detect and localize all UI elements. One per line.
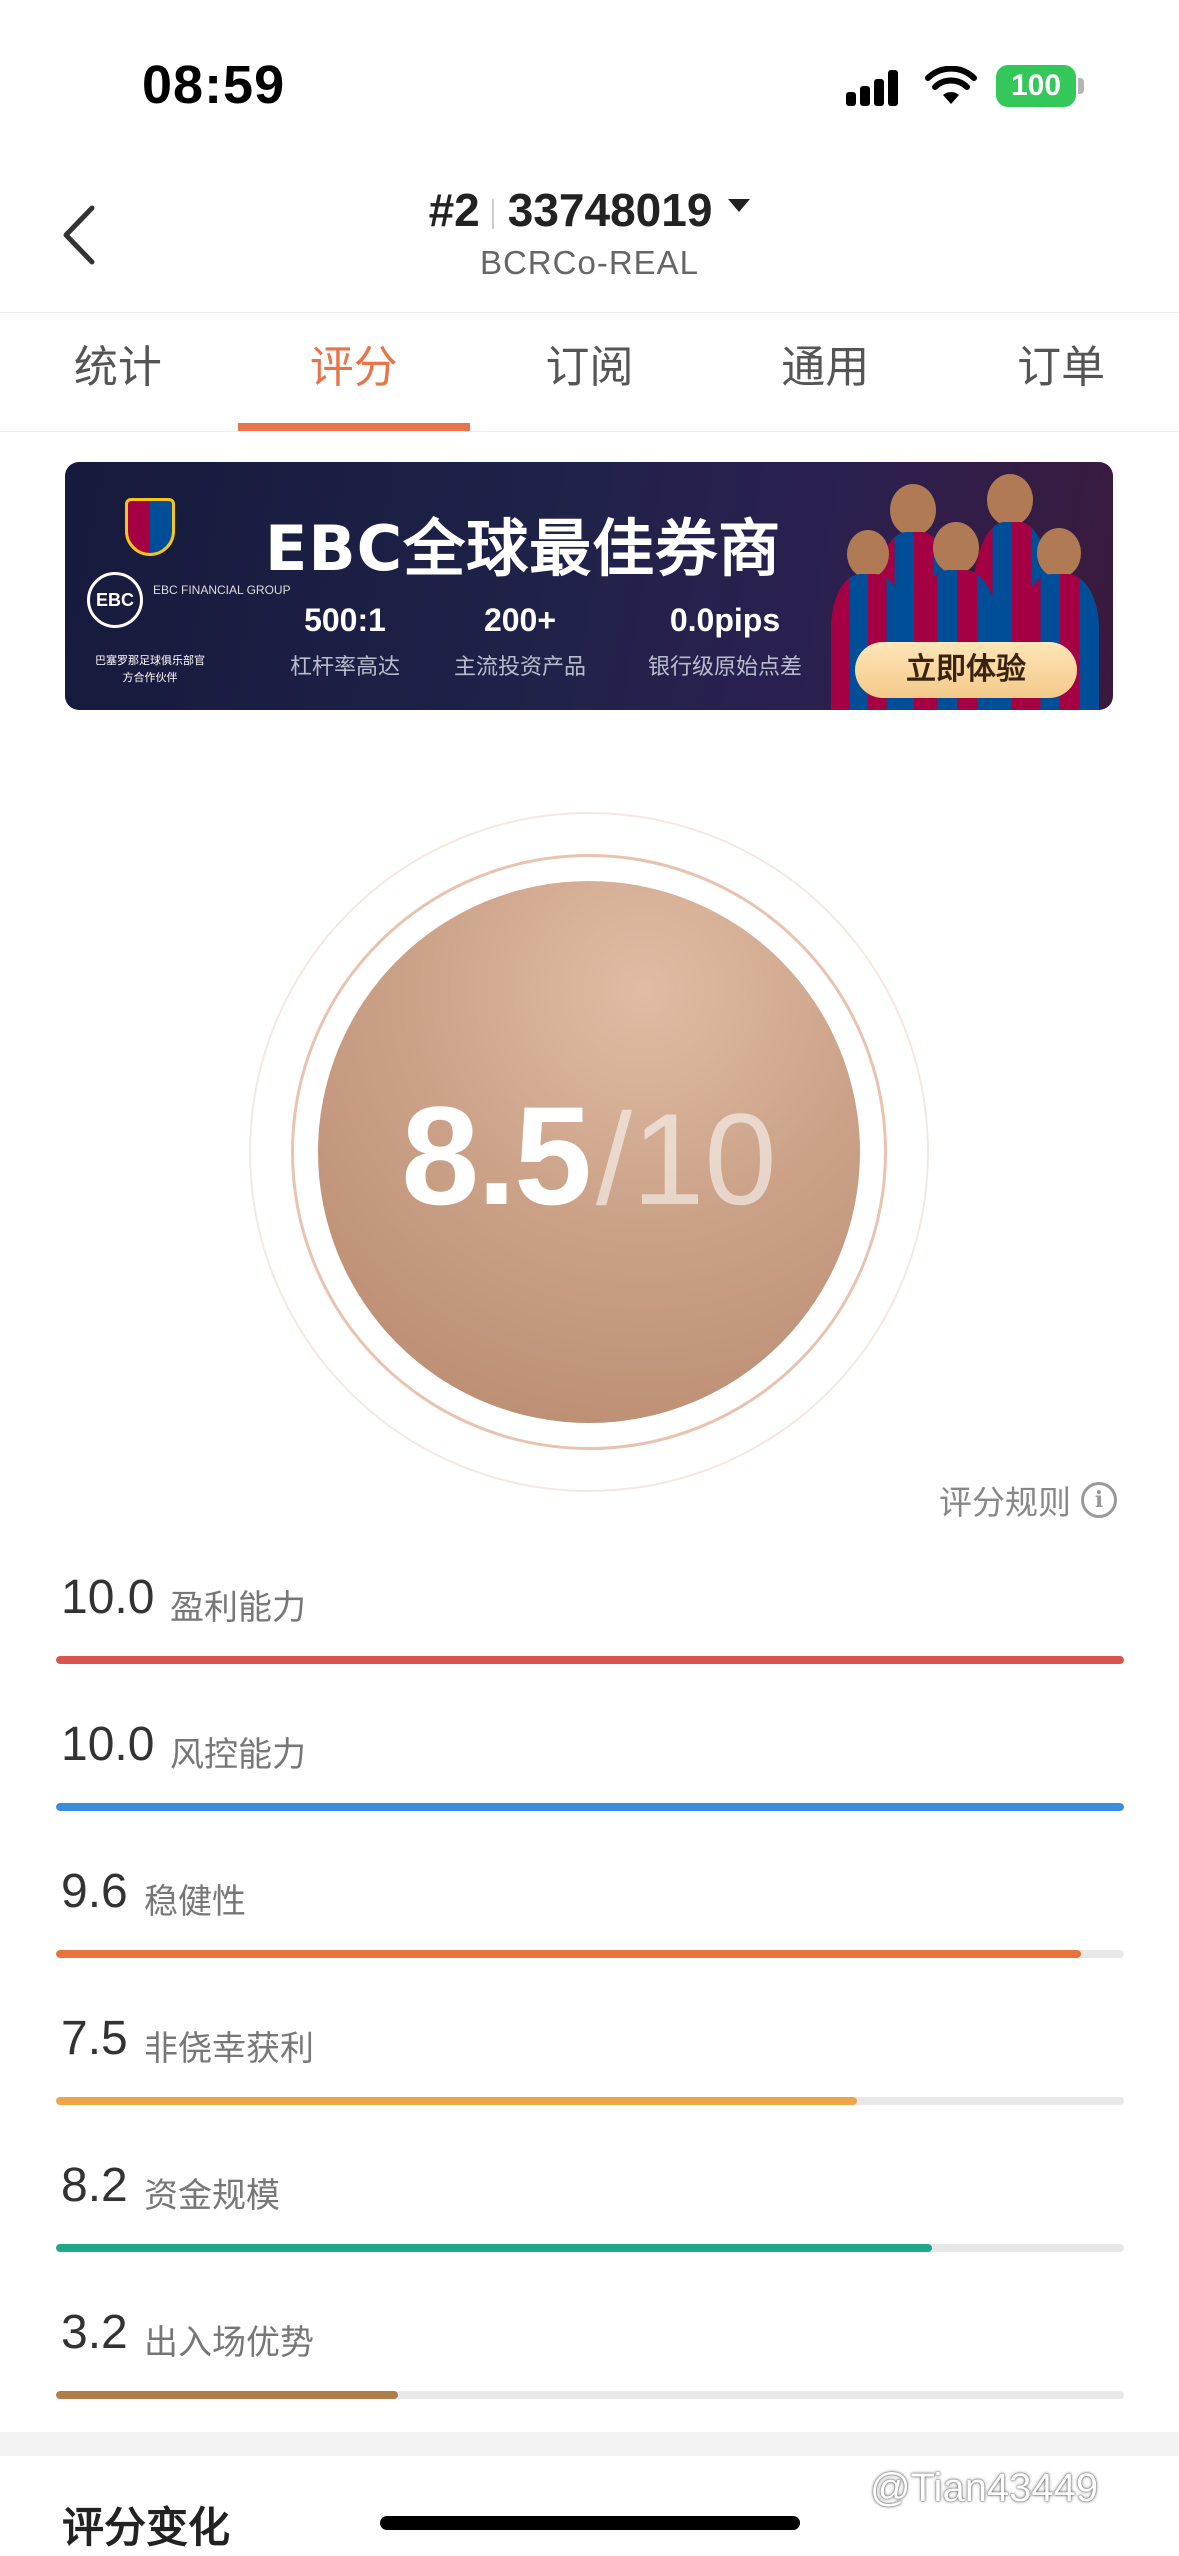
rank-label: #2 bbox=[428, 184, 480, 236]
account-number: 33748019 bbox=[507, 184, 713, 236]
metric-non-luck-profit: 7.5 非侥幸获利 bbox=[56, 2011, 1124, 2111]
metric-bar-track bbox=[56, 2097, 1124, 2105]
banner-title: EBC全球最佳券商 bbox=[265, 512, 782, 585]
metric-label: 风控能力 bbox=[170, 1735, 306, 1775]
tab-score[interactable]: 评分 bbox=[236, 313, 472, 431]
wifi-icon bbox=[925, 66, 977, 104]
battery-icon: 100 bbox=[996, 65, 1076, 107]
tab-subscribe[interactable]: 订阅 bbox=[472, 313, 708, 431]
metric-entry-exit-advantage: 3.2 出入场优势 bbox=[56, 2305, 1124, 2405]
caret-down-icon bbox=[728, 199, 751, 213]
tab-stats[interactable]: 统计 bbox=[0, 313, 236, 431]
section-divider bbox=[0, 2432, 1179, 2456]
score-history-title: 评分变化 bbox=[62, 2503, 231, 2552]
metric-value: 3.2 bbox=[61, 2306, 128, 2359]
metric-bar-track bbox=[56, 1803, 1124, 1811]
stat-value: 500:1 bbox=[304, 602, 386, 638]
score-separator: / bbox=[595, 1086, 633, 1232]
metric-fund-scale: 8.2 资金规模 bbox=[56, 2158, 1124, 2258]
info-icon: i bbox=[1081, 1482, 1117, 1518]
metric-bar-fill bbox=[56, 2097, 857, 2105]
try-now-button[interactable]: 立即体验 bbox=[855, 642, 1077, 698]
score-value: 8.5 bbox=[401, 1077, 592, 1234]
scoring-rules-link[interactable]: 评分规则 i bbox=[939, 1476, 1117, 1524]
fc-barcelona-crest-icon bbox=[125, 498, 175, 556]
home-indicator[interactable] bbox=[380, 2516, 800, 2530]
metric-risk-control: 10.0 风控能力 bbox=[56, 1717, 1124, 1817]
battery-cap bbox=[1078, 78, 1084, 94]
ebc-logo: EBC bbox=[87, 572, 143, 628]
metric-bar-fill bbox=[56, 2391, 398, 2399]
stat-label: 主流投资产品 bbox=[453, 655, 586, 680]
metric-bar-fill bbox=[56, 2244, 932, 2252]
metric-bar-fill bbox=[56, 1803, 1124, 1811]
metric-value: 8.2 bbox=[61, 2159, 128, 2212]
metric-label: 稳健性 bbox=[144, 1882, 246, 1922]
metric-bar-fill bbox=[56, 1950, 1082, 1958]
metric-label: 资金规模 bbox=[144, 2176, 280, 2216]
metric-value: 10.0 bbox=[61, 1571, 155, 1624]
status-bar: 08:59 100 bbox=[0, 0, 1179, 170]
metric-value: 10.0 bbox=[61, 1718, 155, 1771]
banner-stat-leverage: 500:1 杠杆率高达 bbox=[270, 602, 420, 681]
metric-bar-track bbox=[56, 2391, 1124, 2399]
score-text: 8.5/10 bbox=[318, 1086, 860, 1265]
stat-label: 杠杆率高达 bbox=[289, 655, 400, 680]
account-subtitle: BCRCo-REAL bbox=[479, 244, 700, 281]
metric-profitability: 10.0 盈利能力 bbox=[56, 1570, 1124, 1670]
overall-score: 8.5/10 bbox=[249, 812, 929, 1492]
metric-stability: 9.6 稳健性 bbox=[56, 1864, 1124, 1964]
account-selector[interactable]: #2 33748019 bbox=[0, 183, 1179, 237]
metric-label: 非侥幸获利 bbox=[144, 2029, 314, 2069]
watermark: @Tian43449 bbox=[870, 2466, 1099, 2510]
banner-stat-products: 200+ 主流投资产品 bbox=[430, 602, 610, 681]
title-divider bbox=[491, 198, 494, 229]
metric-label: 出入场优势 bbox=[144, 2323, 314, 2363]
status-time: 08:59 bbox=[142, 55, 286, 115]
tab-orders[interactable]: 订单 bbox=[943, 313, 1179, 431]
stat-value: 200+ bbox=[483, 602, 557, 638]
metric-value: 9.6 bbox=[61, 1865, 128, 1918]
stat-value: 0.0pips bbox=[669, 602, 781, 638]
metric-value: 7.5 bbox=[61, 2012, 128, 2065]
score-disc: 8.5/10 bbox=[318, 881, 860, 1423]
cellular-signal-icon bbox=[846, 70, 906, 106]
banner-partner-text: 巴塞罗那足球俱乐部官方合作伙伴 bbox=[95, 654, 205, 684]
metric-bar-track bbox=[56, 1950, 1124, 1958]
metric-bar-fill bbox=[56, 1656, 1124, 1664]
scoring-rules-label: 评分规则 bbox=[939, 1483, 1071, 1522]
metric-bar-track bbox=[56, 2244, 1124, 2252]
stat-label: 银行级原始点差 bbox=[647, 655, 802, 680]
ad-banner[interactable]: EBC EBC FINANCIAL GROUP 巴塞罗那足球俱乐部官方合作伙伴 … bbox=[65, 462, 1113, 710]
banner-stat-spread: 0.0pips 银行级原始点差 bbox=[625, 602, 825, 681]
tab-general[interactable]: 通用 bbox=[707, 313, 943, 431]
score-max: 10 bbox=[632, 1086, 777, 1232]
metric-bar-track bbox=[56, 1656, 1124, 1664]
metric-label: 盈利能力 bbox=[170, 1588, 306, 1628]
tab-bar: 统计 评分 订阅 通用 订单 bbox=[0, 312, 1179, 432]
